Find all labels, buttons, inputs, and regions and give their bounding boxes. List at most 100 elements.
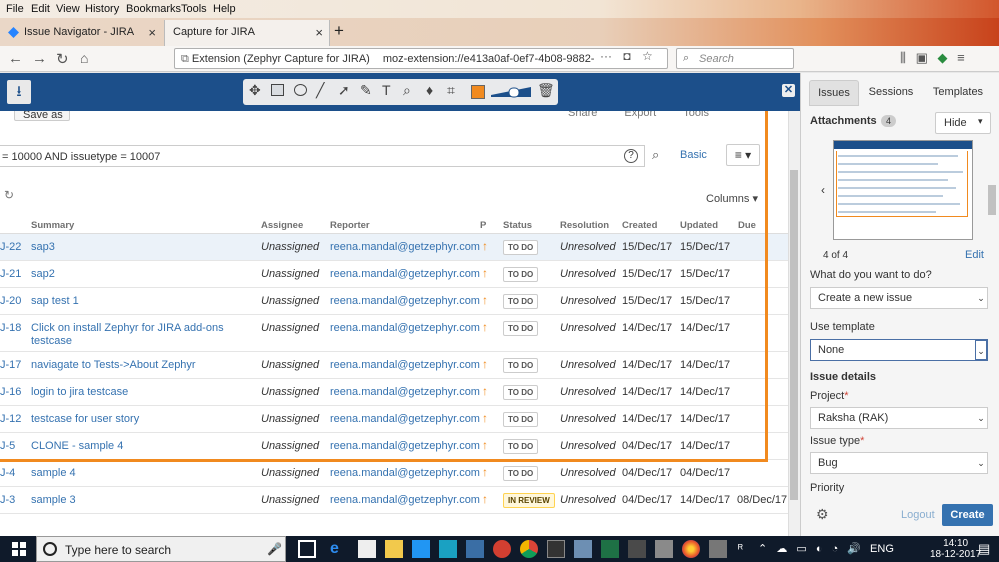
microphone-icon[interactable]: 🎤 [267, 542, 282, 556]
tab-templates[interactable]: Templates [923, 80, 993, 106]
template-select[interactable]: None ⌄ [810, 339, 988, 361]
issue-reporter: reena.mandal@getzephyr.com [330, 494, 480, 506]
jira-icon [8, 27, 19, 38]
issue-summary: testcase for user story [31, 413, 140, 425]
edge-icon[interactable]: e [330, 540, 348, 558]
app-badge-icon[interactable] [493, 540, 511, 558]
tab-sessions[interactable]: Sessions [861, 80, 921, 106]
notifications-icon[interactable]: ▤ [978, 541, 990, 557]
crop-icon[interactable]: ⌗ [447, 82, 455, 99]
reload-icon[interactable]: ↻ [56, 50, 69, 68]
app-icon[interactable] [628, 540, 646, 558]
terminal-icon[interactable] [547, 540, 565, 558]
pocket-icon[interactable]: ◘ [623, 49, 630, 63]
app-icon[interactable] [655, 540, 673, 558]
forward-icon[interactable]: → [32, 50, 47, 67]
menu-history[interactable]: History [85, 3, 119, 15]
menu-tools[interactable]: Tools [181, 3, 207, 15]
menu-bookmarks[interactable]: Bookmarks [126, 3, 181, 15]
rectangle-icon[interactable] [271, 84, 284, 96]
create-button[interactable]: Create [942, 504, 993, 526]
new-tab-icon[interactable]: + [334, 21, 344, 41]
task-view-icon[interactable] [298, 540, 316, 558]
headset-icon[interactable]: ◐ [816, 543, 823, 555]
arrow-icon[interactable]: ➚ [338, 82, 350, 99]
issue-summary: Click on install Zephyr for JIRA add-ons… [31, 322, 224, 347]
issue-reporter: reena.mandal@getzephyr.com [330, 268, 480, 280]
capture-canvas[interactable]: Save as Share Export Tools = 10000 AND i… [0, 111, 800, 536]
close-capture-icon[interactable]: ✕ [782, 84, 795, 97]
attachment-thumbnail[interactable] [833, 140, 973, 240]
edit-link[interactable]: Edit [965, 249, 984, 261]
pen-icon[interactable]: ✎ [360, 82, 372, 99]
url-bar[interactable]: ⧉ Extension (Zephyr Capture for JIRA) mo… [174, 48, 668, 69]
cloud-icon[interactable]: ☁ [776, 543, 787, 555]
tab-capture-for-jira[interactable]: Capture for JIRA × [164, 20, 330, 46]
library-icon[interactable]: ⫼ [900, 50, 906, 65]
ellipse-icon[interactable] [294, 84, 307, 96]
battery-icon[interactable]: ▭ [796, 543, 806, 555]
hide-button[interactable]: Hide ▾ [935, 112, 991, 134]
use-template-label: Use template [810, 321, 875, 333]
panel-scrollbar[interactable] [988, 185, 996, 215]
tab-issues[interactable]: Issues [809, 80, 859, 106]
more-actions-icon[interactable]: ··· [600, 49, 612, 63]
scrollbar-thumb[interactable] [790, 170, 798, 500]
system-clock[interactable]: 14:10 18-12-2017 [930, 538, 981, 560]
menu-edit[interactable]: Edit [31, 3, 50, 15]
store-icon[interactable] [358, 540, 376, 558]
menu-bar: File Edit View History Bookmarks Tools H… [0, 0, 999, 18]
app-icon[interactable] [709, 540, 727, 558]
close-tab-icon[interactable]: × [315, 25, 323, 40]
download-button[interactable]: ⭳ [7, 80, 31, 104]
mail-icon[interactable] [412, 540, 430, 558]
previous-attachment-icon[interactable]: ‹ [821, 183, 825, 197]
blur-drop-icon[interactable]: ♦ [426, 82, 433, 98]
menu-help[interactable]: Help [213, 3, 236, 15]
text-icon[interactable]: T [382, 82, 391, 98]
action-select[interactable]: Create a new issue ⌄ [810, 287, 988, 309]
app-icon[interactable] [466, 540, 484, 558]
issue-reporter: reena.mandal@getzephyr.com [330, 322, 480, 334]
close-tab-icon[interactable]: × [148, 25, 156, 40]
volume-icon[interactable]: 🔊 [847, 543, 861, 555]
line-icon[interactable]: ╱ [316, 82, 324, 99]
search-icon: ⌕ [683, 52, 690, 64]
chrome-icon[interactable] [520, 540, 538, 558]
bookmark-star-icon[interactable]: ☆ [642, 49, 653, 63]
language-indicator[interactable]: ENG [870, 543, 894, 555]
stroke-width-slider[interactable] [491, 85, 531, 99]
windows-start-icon[interactable] [12, 542, 26, 556]
people-icon[interactable]: ᴿ [738, 543, 743, 555]
gear-icon[interactable]: ⚙ [816, 506, 829, 523]
move-icon[interactable]: ✥ [249, 82, 261, 99]
hamburger-menu-icon[interactable]: ≡ [957, 50, 965, 65]
file-explorer-icon[interactable] [385, 540, 403, 558]
network-icon[interactable]: ◔ [832, 543, 839, 555]
issue-assignee: Unassigned [261, 359, 320, 371]
excel-icon[interactable] [601, 540, 619, 558]
project-select[interactable]: Raksha (RAK) ⌄ [810, 407, 988, 429]
table-row: J-12 testcase for user story Unassigned ree… [0, 406, 788, 433]
menu-file[interactable]: File [6, 3, 24, 15]
trash-icon[interactable]: 🗑 [537, 82, 555, 99]
tab-issue-navigator[interactable]: Issue Navigator - JIRA × [2, 20, 162, 46]
menu-view[interactable]: View [56, 3, 80, 15]
chevron-up-icon[interactable]: ⌃ [758, 543, 767, 555]
addon-icon[interactable]: ◆ [938, 50, 948, 65]
issue-type-select[interactable]: Bug ⌄ [810, 452, 988, 474]
logout-link[interactable]: Logout [901, 509, 935, 521]
zoom-icon[interactable]: ⌕ [403, 82, 411, 99]
photos-icon[interactable] [574, 540, 592, 558]
capture-side-panel: Issues Sessions Templates Attachments 4 … [800, 73, 999, 536]
color-picker[interactable] [471, 85, 485, 99]
back-icon[interactable]: ← [8, 50, 23, 67]
calendar-icon[interactable] [439, 540, 457, 558]
sidebar-icon[interactable]: ▣ [916, 50, 928, 65]
firefox-icon[interactable] [682, 540, 700, 558]
home-icon[interactable]: ⌂ [80, 50, 88, 66]
action-question-label: What do you want to do? [810, 269, 932, 281]
search-input[interactable]: ⌕ Search [676, 48, 794, 69]
status-badge: TO DO [503, 294, 539, 309]
taskbar-search-input[interactable]: Type here to search 🎤 [36, 536, 286, 562]
